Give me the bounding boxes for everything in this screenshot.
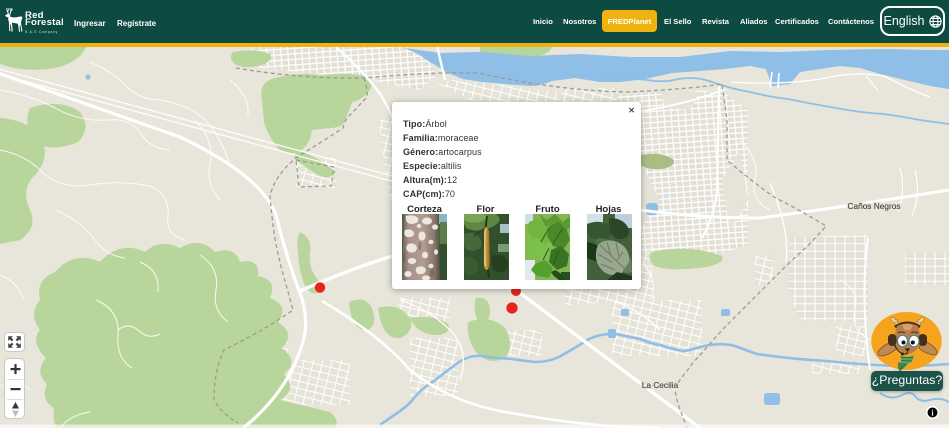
svg-text:La Cecilia: La Cecilia: [642, 380, 679, 390]
svg-text:Caños Negros: Caños Negros: [847, 201, 900, 211]
